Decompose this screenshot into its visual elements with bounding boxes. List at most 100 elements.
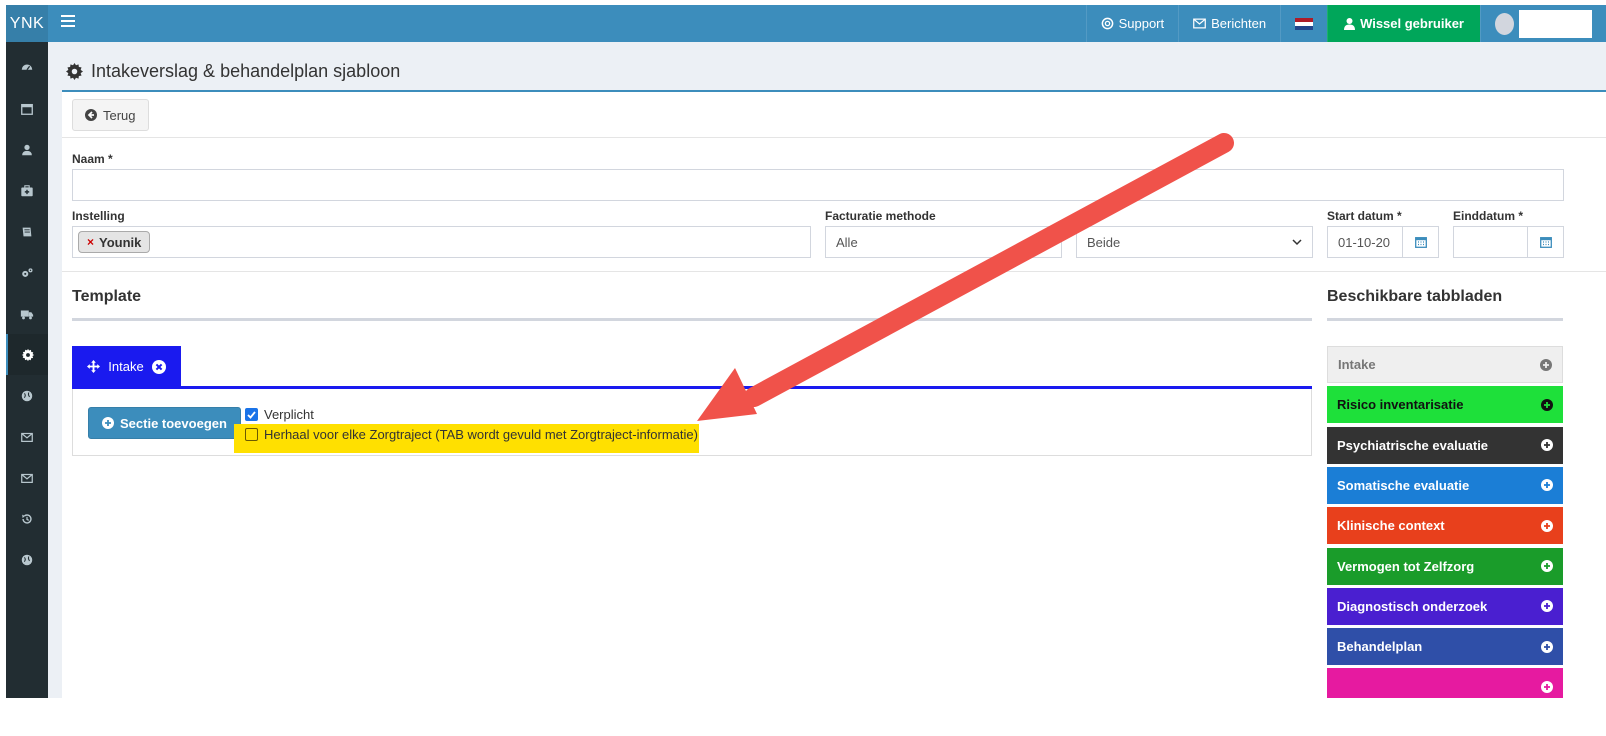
available-tabs-underline [1327,318,1563,321]
add-circle-icon[interactable] [1541,398,1553,411]
avatar [1495,12,1515,35]
start-date-input[interactable]: 01-10-20 [1327,226,1439,258]
add-circle-icon[interactable] [1541,680,1553,693]
verplicht-checkbox[interactable] [245,408,258,421]
available-tab-label: Psychiatrische evaluatie [1337,437,1489,453]
available-tab-item[interactable]: Vermogen tot Zelfzorg [1327,547,1563,585]
gear-icon [21,348,35,361]
divider [62,271,1606,272]
close-circle-icon[interactable] [151,359,166,374]
sidebar-item-globe[interactable] [6,539,48,580]
available-tabs-heading: Beschikbare tabbladen [1327,288,1503,305]
sidebar-item-gear[interactable] [6,334,48,375]
start-date-value: 01-10-20 [1338,234,1391,250]
instelling-tag-label: Younik [99,234,142,250]
dutch-flag-icon [1295,17,1314,30]
add-circle-icon[interactable] [1541,560,1553,572]
herhaal-label: Herhaal voor elke Zorgtraject (TAB wordt… [264,427,698,442]
available-tab-label: Intake [1338,357,1376,372]
sidebar-item-cogs[interactable] [6,252,48,293]
sidebar [6,42,48,698]
arrow-circle-left-icon [85,109,97,121]
tab-intake-label: Intake [108,359,144,374]
brand-logo[interactable]: YNK [6,5,48,42]
instelling-tag[interactable]: × Younik [78,231,151,253]
instelling-label: Instelling [72,209,125,223]
medkit-icon [21,184,33,196]
instelling-select[interactable]: × Younik [72,226,811,258]
user-name-box [1519,9,1592,38]
available-tab-item[interactable]: Somatische evaluatie [1327,466,1563,504]
lifebuoy-icon [1101,17,1113,30]
add-circle-icon[interactable] [1541,479,1553,492]
template-heading-underline [72,318,1312,321]
sidebar-item-dashboard[interactable] [6,47,48,88]
history-icon [22,513,32,524]
language-selector[interactable] [1280,5,1327,42]
sidebar-item-user[interactable] [6,129,48,170]
sidebar-item-history[interactable] [6,498,48,539]
page-title-text: Intakeverslag & behandelplan sjabloon [91,61,401,81]
tab-intake[interactable]: Intake [72,346,181,387]
envelope-icon [1193,18,1207,29]
add-circle-icon[interactable] [1541,640,1553,653]
envelope-icon [21,473,33,483]
available-tab-label: Klinische context [1337,518,1445,534]
switch-user-button[interactable]: Wissel gebruiker [1327,5,1480,42]
tab-panel: Sectie toevoegen Verplicht Herhaal voor … [72,389,1312,456]
type-select[interactable]: Beide [1076,226,1313,258]
move-icon[interactable] [87,360,101,373]
available-tab-item[interactable]: Psychiatrische evaluatie [1327,426,1563,464]
remove-tag-icon[interactable]: × [87,235,94,249]
available-tab-label: Diagnostisch onderzoek [1337,598,1488,614]
add-circle-icon[interactable] [1541,600,1553,613]
sidebar-item-envelope[interactable] [6,416,48,457]
user-menu[interactable] [1480,5,1606,42]
available-tab-item[interactable]: Risico inventarisatie [1327,386,1563,424]
book-icon [22,227,32,236]
add-section-button[interactable]: Sectie toevoegen [88,407,241,439]
herhaal-checkbox[interactable] [245,428,258,441]
sidebar-item-globe[interactable] [6,375,48,416]
back-label: Terug [103,107,136,123]
naam-input[interactable] [72,169,1564,201]
verplicht-checkbox-row[interactable]: Verplicht [245,407,314,422]
support-link[interactable]: Support [1085,5,1179,42]
available-tab-item[interactable]: Klinische context [1327,507,1563,545]
add-circle-icon[interactable] [1541,519,1553,532]
available-tab-item[interactable]: Diagnostisch onderzoek [1327,587,1563,625]
switch-user-label: Wissel gebruiker [1360,16,1464,31]
sidebar-item-medkit[interactable] [6,170,48,211]
facturatie-select[interactable]: Alle [825,226,1062,258]
available-tab-label: Behandelplan [1337,639,1423,655]
user-secret-icon [1344,18,1356,30]
herhaal-checkbox-row[interactable]: Herhaal voor elke Zorgtraject (TAB wordt… [245,427,698,442]
hamburger-menu-icon[interactable] [61,12,75,32]
chevron-down-icon [1292,238,1302,245]
messages-label: Berichten [1211,16,1267,31]
sidebar-item-calendar[interactable] [6,88,48,129]
template-heading: Template [72,288,142,305]
verplicht-label: Verplicht [264,407,314,422]
sidebar-item-truck[interactable] [6,293,48,334]
messages-link[interactable]: Berichten [1178,5,1280,42]
sidebar-item-book[interactable] [6,211,48,252]
back-button[interactable]: Terug [72,99,149,131]
available-tab-item[interactable]: Intake [1327,346,1563,383]
user-icon [22,144,32,155]
available-tab-label: Somatische evaluatie [1337,477,1470,493]
sidebar-item-envelope[interactable] [6,457,48,498]
calendar-icon[interactable] [1402,227,1438,257]
support-label: Support [1118,16,1165,31]
truck-icon [20,310,34,319]
available-tab-item[interactable] [1327,668,1563,698]
available-tab-item[interactable]: Behandelplan [1327,628,1563,666]
add-circle-icon[interactable] [1540,358,1552,371]
page-title: Intakeverslag & behandelplan sjabloon [66,61,400,82]
add-circle-icon[interactable] [1541,439,1553,452]
add-section-label: Sectie toevoegen [120,415,227,431]
gear-icon [66,63,83,80]
end-date-input[interactable] [1453,226,1564,258]
calendar-icon[interactable] [1527,227,1563,257]
envelope-icon [21,432,33,442]
